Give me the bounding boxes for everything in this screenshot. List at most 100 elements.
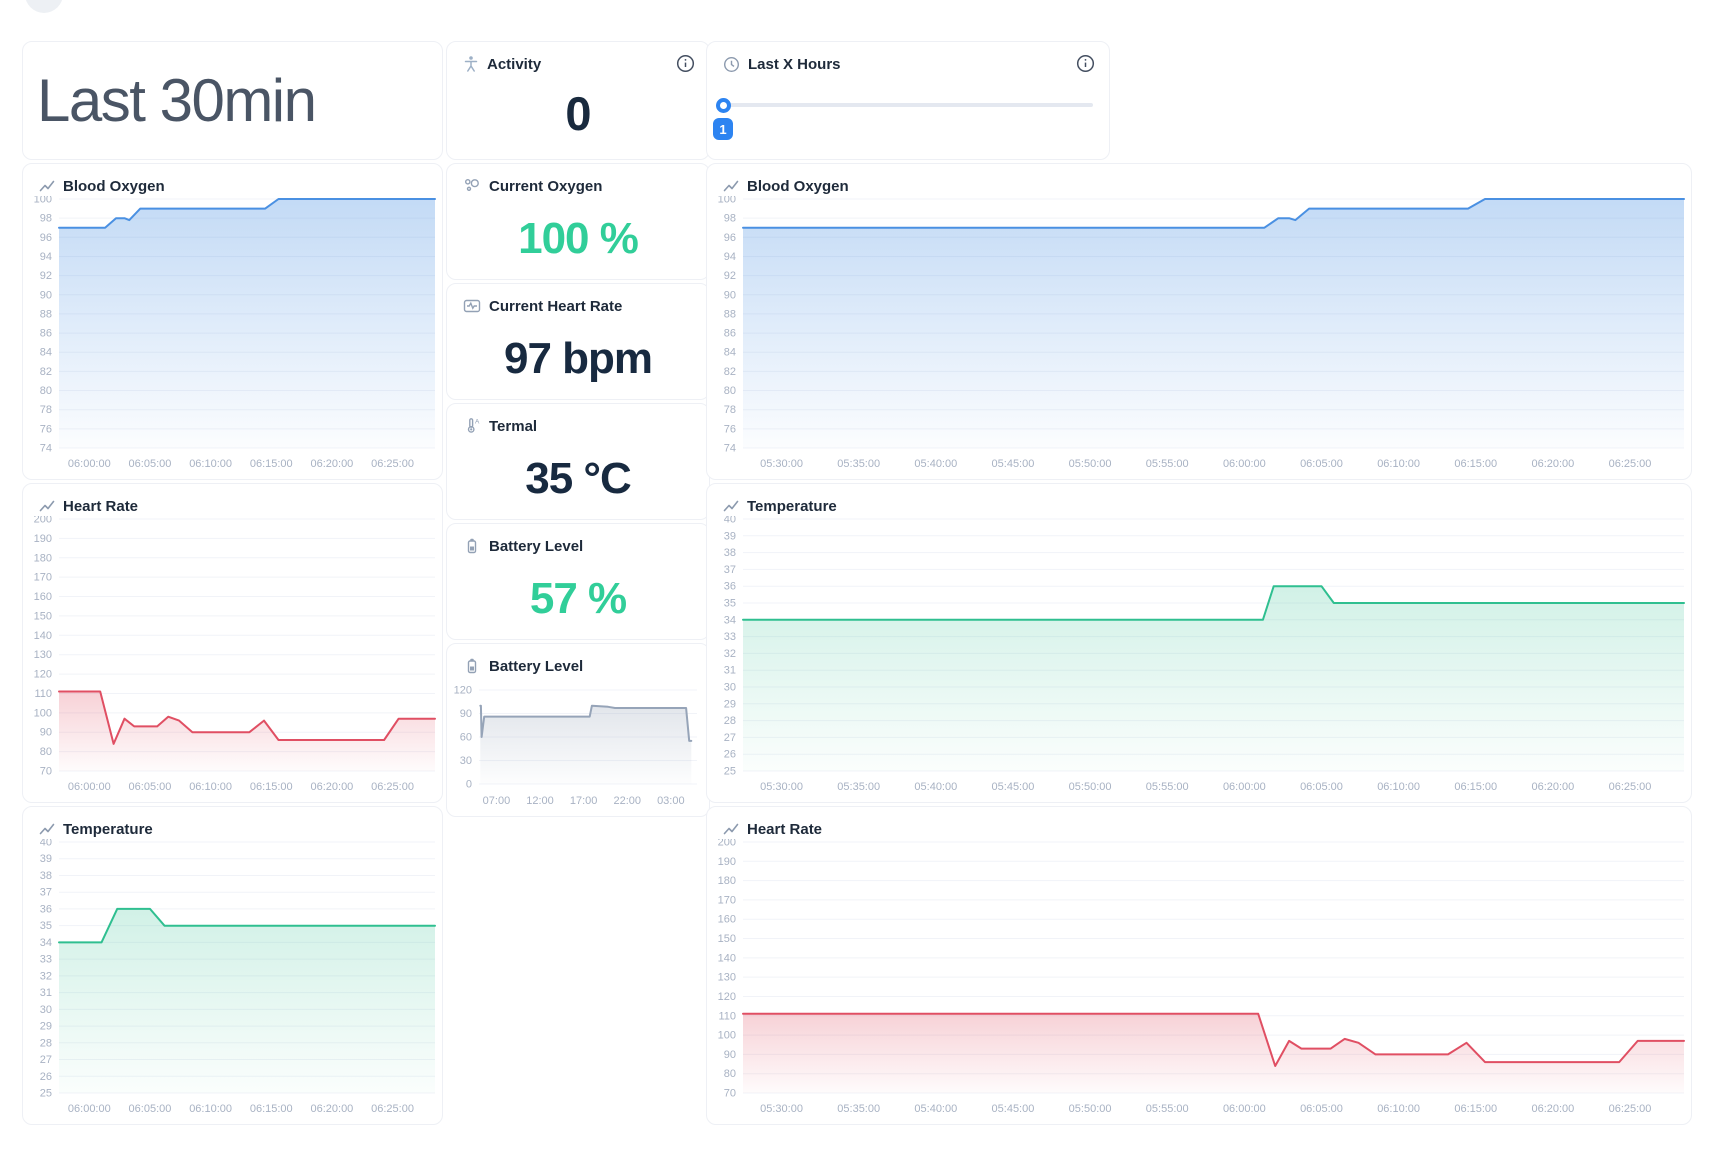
svg-text:70: 70	[40, 766, 52, 778]
svg-text:06:10:00: 06:10:00	[189, 781, 232, 793]
svg-text:90: 90	[40, 289, 52, 301]
svg-text:05:50:00: 05:50:00	[1069, 458, 1112, 470]
svg-text:06:25:00: 06:25:00	[1609, 781, 1652, 793]
svg-text:98: 98	[40, 213, 52, 225]
svg-text:22:00: 22:00	[613, 795, 641, 807]
svg-text:06:20:00: 06:20:00	[1531, 781, 1574, 793]
svg-text:25: 25	[40, 1088, 52, 1100]
svg-text:32: 32	[40, 970, 52, 982]
chart-header: Blood Oxygen	[39, 176, 165, 196]
floating-button-partial	[25, 0, 63, 13]
svg-text:120: 120	[718, 991, 736, 1003]
svg-text:25: 25	[724, 766, 736, 778]
svg-text:06:05:00: 06:05:00	[1300, 458, 1343, 470]
chart-header: Battery Level	[463, 656, 583, 676]
svg-text:120: 120	[34, 669, 52, 681]
blood-oxygen-30min-chart[interactable]: 7476788082848688909294969810006:00:0006:…	[29, 196, 436, 475]
heart-rate-30min-card: Heart Rate 70809010011012013014015016017…	[22, 483, 443, 803]
stat-header: Current Heart Rate	[463, 296, 622, 316]
svg-text:180: 180	[718, 875, 736, 887]
thermometer-icon: A	[463, 417, 481, 435]
svg-text:05:45:00: 05:45:00	[992, 1103, 1035, 1115]
stat-label: Termal	[489, 418, 537, 435]
hours-slider-track[interactable]	[723, 103, 1093, 107]
svg-text:60: 60	[460, 732, 472, 744]
svg-text:30: 30	[460, 755, 472, 767]
svg-text:A: A	[475, 419, 480, 426]
svg-text:06:05:00: 06:05:00	[129, 458, 172, 470]
svg-text:05:45:00: 05:45:00	[992, 458, 1035, 470]
hours-slider-handle[interactable]	[716, 98, 731, 113]
temperature-30min-chart[interactable]: 2526272829303132333435363738394006:00:00…	[29, 839, 436, 1120]
svg-text:07:00: 07:00	[483, 795, 511, 807]
svg-text:05:30:00: 05:30:00	[760, 458, 803, 470]
svg-text:160: 160	[718, 914, 736, 926]
chart-title: Heart Rate	[747, 821, 822, 838]
temperature-1h-chart[interactable]: 2526272829303132333435363738394005:30:00…	[713, 516, 1685, 798]
svg-text:100: 100	[34, 196, 52, 206]
svg-text:80: 80	[40, 385, 52, 397]
svg-text:130: 130	[718, 972, 736, 984]
svg-text:78: 78	[724, 404, 736, 416]
svg-text:06:05:00: 06:05:00	[129, 781, 172, 793]
svg-text:06:10:00: 06:10:00	[189, 458, 232, 470]
svg-text:06:15:00: 06:15:00	[250, 458, 293, 470]
svg-text:06:10:00: 06:10:00	[1377, 781, 1420, 793]
svg-text:88: 88	[40, 308, 52, 320]
battery-history-chart[interactable]: 030609012007:0012:0017:0022:0003:00	[453, 674, 703, 812]
svg-text:110: 110	[34, 688, 52, 700]
thermal-value: 35 °C	[447, 438, 709, 519]
stat-label: Battery Level	[489, 538, 583, 555]
chart-title: Heart Rate	[63, 498, 138, 515]
svg-text:200: 200	[34, 516, 52, 526]
svg-text:94: 94	[40, 251, 52, 263]
chart-header: Temperature	[39, 819, 153, 839]
battery-icon	[463, 657, 481, 675]
stat-header: A Termal	[463, 416, 537, 436]
battery-level-card: Battery Level 57 %	[446, 523, 710, 640]
svg-text:110: 110	[718, 1010, 736, 1022]
info-icon[interactable]	[1076, 54, 1095, 73]
svg-text:05:30:00: 05:30:00	[760, 1103, 803, 1115]
svg-text:26: 26	[40, 1071, 52, 1083]
trend-line-icon	[39, 499, 55, 513]
svg-text:06:20:00: 06:20:00	[310, 458, 353, 470]
activity-card: Activity 0	[446, 41, 710, 160]
svg-text:05:40:00: 05:40:00	[914, 458, 957, 470]
svg-text:140: 140	[718, 952, 736, 964]
svg-text:06:00:00: 06:00:00	[68, 1103, 111, 1115]
chart-title: Temperature	[63, 821, 153, 838]
heart-rate-1h-chart[interactable]: 7080901001101201301401501601701801902000…	[713, 839, 1685, 1120]
stat-header: Battery Level	[463, 536, 583, 556]
svg-text:03:00: 03:00	[657, 795, 685, 807]
stat-label: Current Oxygen	[489, 178, 602, 195]
svg-text:36: 36	[724, 581, 736, 593]
chart-header: Heart Rate	[39, 496, 138, 516]
svg-text:05:50:00: 05:50:00	[1069, 1103, 1112, 1115]
svg-text:96: 96	[40, 232, 52, 244]
svg-text:30: 30	[40, 1004, 52, 1016]
svg-text:06:20:00: 06:20:00	[310, 1103, 353, 1115]
svg-text:06:05:00: 06:05:00	[1300, 781, 1343, 793]
svg-text:40: 40	[724, 516, 736, 526]
svg-text:40: 40	[40, 839, 52, 849]
svg-text:80: 80	[40, 746, 52, 758]
svg-text:05:40:00: 05:40:00	[914, 781, 957, 793]
svg-text:100: 100	[718, 196, 736, 206]
svg-text:150: 150	[718, 933, 736, 945]
svg-text:05:55:00: 05:55:00	[1146, 458, 1189, 470]
svg-text:06:00:00: 06:00:00	[68, 458, 111, 470]
svg-text:180: 180	[34, 552, 52, 564]
temperature-1h-card: Temperature 2526272829303132333435363738…	[706, 483, 1692, 803]
svg-text:170: 170	[718, 894, 736, 906]
blood-oxygen-1h-chart[interactable]: 7476788082848688909294969810005:30:0005:…	[713, 196, 1685, 475]
svg-text:160: 160	[34, 591, 52, 603]
svg-text:80: 80	[724, 1068, 736, 1080]
svg-text:100: 100	[718, 1030, 736, 1042]
stat-header: Current Oxygen	[463, 176, 602, 196]
svg-text:92: 92	[724, 270, 736, 282]
heart-rate-30min-chart[interactable]: 7080901001101201301401501601701801902000…	[29, 516, 436, 798]
svg-text:12:00: 12:00	[526, 795, 554, 807]
svg-text:200: 200	[718, 839, 736, 849]
svg-text:86: 86	[40, 328, 52, 340]
